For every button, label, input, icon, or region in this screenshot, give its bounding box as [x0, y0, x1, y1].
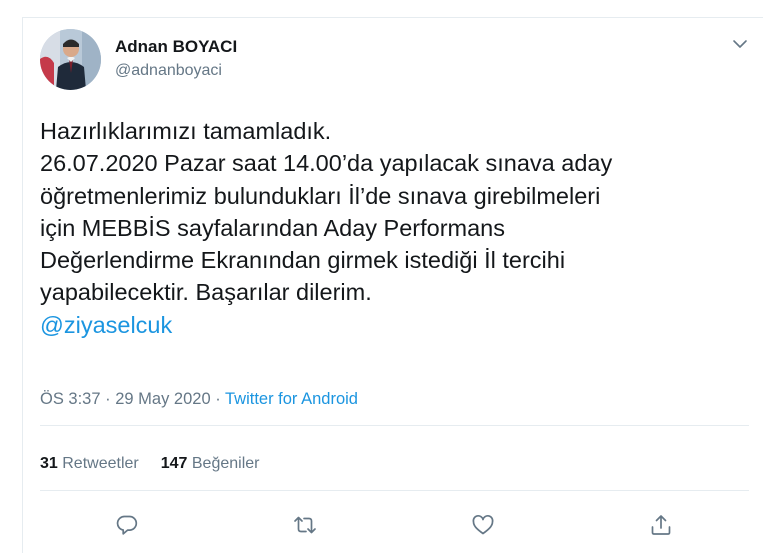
avatar-image	[40, 29, 101, 90]
likes-count: 147	[160, 455, 188, 472]
avatar[interactable]	[40, 29, 101, 90]
meta-separator: ·	[210, 390, 225, 408]
tweet-time[interactable]: ÖS 3:37	[40, 390, 101, 408]
meta-separator: ·	[100, 390, 116, 408]
divider	[40, 425, 749, 426]
retweets-stat[interactable]: 31 Retweetler	[40, 455, 139, 472]
tweet-date[interactable]: 29 May 2020	[115, 390, 210, 408]
tweet-line: 26.07.2020 Pazar saat 14.00’da yapılacak…	[40, 150, 613, 177]
heart-icon[interactable]	[470, 512, 496, 538]
tweet-line: yapabilecektir. Başarılar dilerim.	[40, 279, 372, 306]
tweet-meta: ÖS 3:37 · 29 May 2020 · Twitter for Andr…	[40, 390, 358, 409]
tweet-line: için MEBBİS sayfalarından Aday Performan…	[40, 214, 505, 241]
tweet-line: Hazırlıklarımızı tamamladık.	[40, 118, 332, 144]
tweet-line: öğretmenlerimiz bulundukları İl’de sınav…	[40, 182, 601, 209]
retweets-count: 31	[40, 455, 58, 472]
action-bar	[0, 512, 763, 538]
mention-link[interactable]: @ziyaselcuk	[40, 309, 740, 341]
retweet-icon[interactable]	[292, 512, 318, 538]
retweets-label: Retweetler	[57, 455, 139, 472]
tweet-line: Değerlendirme Ekranından girmek istediği…	[40, 247, 566, 274]
author-name[interactable]: Adnan BOYACI	[115, 37, 237, 57]
likes-stat[interactable]: 147 Beğeniler	[161, 455, 260, 472]
chevron-down-icon[interactable]	[731, 37, 749, 51]
share-icon[interactable]	[648, 512, 674, 538]
tweet-text: Hazırlıklarımızı tamamladık. 26.07.2020 …	[40, 115, 740, 341]
reply-icon[interactable]	[114, 512, 140, 538]
tweet-stats: 31 Retweetler 147 Beğeniler	[40, 455, 259, 473]
author-handle[interactable]: @adnanboyaci	[115, 62, 222, 80]
divider	[40, 490, 749, 491]
likes-label: Beğeniler	[187, 455, 260, 472]
tweet-source-link[interactable]: Twitter for Android	[225, 390, 358, 408]
